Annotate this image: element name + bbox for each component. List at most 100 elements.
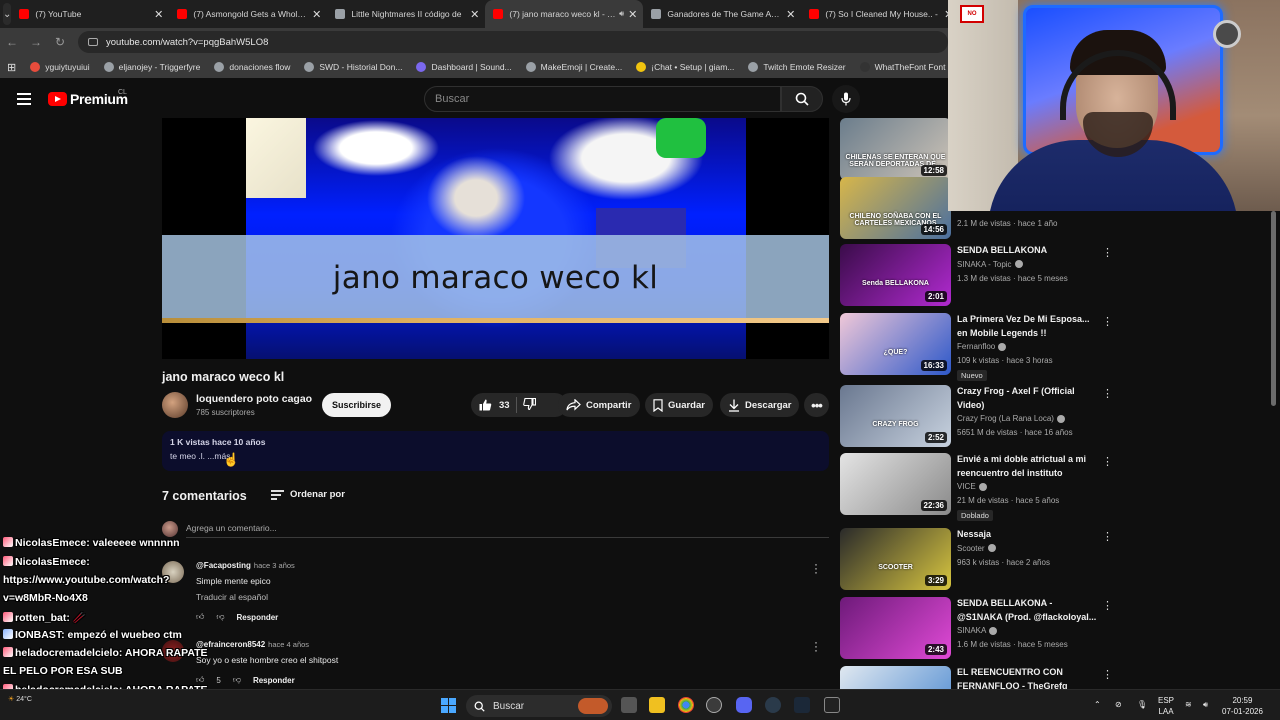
video-thumbnail[interactable]: CHILENO SOÑABA CON EL CARTELES MEXICANOS… bbox=[840, 177, 951, 239]
apps-icon[interactable]: ⊞ bbox=[0, 61, 23, 74]
address-bar[interactable]: youtube.com/watch?v=pqgBahW5LO8 bbox=[78, 31, 948, 53]
tray-overflow-icon[interactable]: ⌃ bbox=[1094, 699, 1101, 710]
more-vert-icon[interactable]: ⋮ bbox=[1102, 387, 1113, 400]
volume-icon[interactable]: 🔊︎ bbox=[1203, 699, 1208, 710]
video-thumbnail[interactable]: CRAZY FROG 2:52 bbox=[840, 385, 951, 447]
sort-icon[interactable] bbox=[271, 490, 284, 500]
video-thumbnail[interactable]: SCOOTER 3:29 bbox=[840, 528, 951, 590]
discord-icon[interactable] bbox=[736, 697, 752, 713]
bookmark-item[interactable]: Twitch Emote Resizer bbox=[741, 62, 852, 72]
browser-tab[interactable]: (7) So I Cleaned My House.. -✕ bbox=[801, 0, 959, 28]
weather-widget[interactable]: ☀ 24°C bbox=[8, 695, 32, 703]
recommended-channel[interactable]: SINAKA bbox=[957, 626, 998, 635]
dislike-button[interactable] bbox=[522, 397, 536, 413]
more-actions-button[interactable]: ••• bbox=[804, 393, 829, 417]
comment-menu-icon[interactable]: · · · bbox=[814, 558, 818, 578]
file-explorer-icon[interactable] bbox=[649, 697, 665, 713]
subscribe-button[interactable]: Suscribirse bbox=[322, 393, 391, 417]
more-vert-icon[interactable]: ⋮ bbox=[1102, 530, 1113, 543]
share-button[interactable]: Compartir bbox=[558, 393, 640, 417]
video-thumbnail[interactable]: CHILENAS SE ENTERAN QUE SERÁN DEPORTADAS… bbox=[840, 118, 951, 180]
recommended-channel[interactable]: VICE bbox=[957, 482, 987, 491]
recommended-video[interactable]: SCOOTER 3:29 Nessaja Scooter 963 k vistas · … bbox=[840, 528, 1113, 590]
language-indicator[interactable]: ESP LAA bbox=[1158, 695, 1174, 717]
taskbar-search[interactable]: Buscar bbox=[466, 695, 612, 717]
more-vert-icon[interactable]: ⋮ bbox=[1102, 246, 1113, 259]
recommended-title[interactable]: Envié a mi doble atrictual a mi reencuen… bbox=[957, 453, 1097, 480]
more-vert-icon[interactable]: ⋮ bbox=[1102, 315, 1113, 328]
recommended-title[interactable]: La Primera Vez De Mi Esposa... en Mobile… bbox=[957, 313, 1097, 340]
network-icon[interactable]: ⊘ bbox=[1115, 699, 1122, 710]
reload-icon[interactable]: ↻ bbox=[48, 35, 72, 49]
start-button-icon[interactable] bbox=[441, 698, 456, 713]
description-text[interactable]: te meo .l. ...más bbox=[170, 451, 230, 461]
bookmark-item[interactable]: donaciones flow bbox=[207, 62, 297, 72]
clock[interactable]: 20:59 07-01-2026 bbox=[1222, 695, 1263, 717]
download-button[interactable]: Descargar bbox=[720, 393, 799, 417]
speaker-icon[interactable]: 🔊︎ bbox=[619, 9, 624, 19]
obs-icon[interactable] bbox=[706, 697, 722, 713]
save-button[interactable]: Guardar bbox=[645, 393, 713, 417]
bookmark-item[interactable]: WhatTheFont Font I... bbox=[853, 62, 948, 72]
more-vert-icon[interactable]: ⋮ bbox=[1102, 455, 1113, 468]
microphone-tray-icon[interactable]: 🎙︎ bbox=[1137, 699, 1147, 710]
recommended-title[interactable]: SENDA BELLAKONA bbox=[957, 244, 1097, 258]
recommended-video[interactable]: ¿QUE? 16:33 La Primera Vez De Mi Esposa...… bbox=[840, 313, 1113, 381]
channel-name[interactable]: loquendero poto cagao bbox=[196, 393, 312, 405]
recommended-video[interactable]: 22:36 Envié a mi doble atrictual a mi ree… bbox=[840, 453, 1113, 521]
app-icon[interactable] bbox=[765, 697, 781, 713]
video-thumbnail[interactable]: 2:43 bbox=[840, 597, 951, 659]
bookmark-item[interactable]: yguiytuyuiui bbox=[23, 62, 96, 72]
wifi-icon[interactable]: ≋ bbox=[1185, 699, 1192, 710]
voice-search-button[interactable] bbox=[832, 85, 860, 113]
browser-tab[interactable]: (7) Asmongold Gets a Wholeso ✕ bbox=[169, 0, 327, 28]
more-vert-icon[interactable]: ⋮ bbox=[1102, 599, 1113, 612]
bookmark-item[interactable]: Dashboard | Sound... bbox=[409, 62, 518, 72]
steam-icon[interactable] bbox=[794, 697, 810, 713]
recommended-channel[interactable]: Fernanfloo bbox=[957, 342, 1007, 351]
menu-icon[interactable] bbox=[17, 93, 31, 105]
browser-tab[interactable]: Little Nightmares II código de ✕ bbox=[327, 0, 485, 28]
scrollbar[interactable] bbox=[1271, 211, 1276, 406]
recommended-title[interactable]: SENDA BELLAKONA - @S1NAKA (Prod. @flacko… bbox=[957, 597, 1097, 624]
video-thumbnail[interactable]: 22:36 bbox=[840, 453, 951, 515]
recommended-channel[interactable]: Crazy Frog (La Rana Loca) bbox=[957, 414, 1065, 423]
close-tab-icon[interactable]: ✕ bbox=[154, 8, 163, 21]
search-input[interactable]: Buscar bbox=[424, 86, 781, 112]
browser-tab[interactable]: (7) YouTube ✕ bbox=[11, 0, 169, 28]
recommended-video[interactable]: Senda BELLAKONA 2:01 SENDA BELLAKONA SINAKA… bbox=[840, 244, 1113, 306]
close-tab-icon[interactable]: ✕ bbox=[312, 8, 321, 21]
video-player[interactable]: jano maraco weco kl bbox=[162, 118, 829, 359]
bookmark-item[interactable]: ¡Chat • Setup | giam... bbox=[629, 62, 741, 72]
chrome-icon[interactable] bbox=[678, 697, 694, 713]
more-vert-icon[interactable]: ⋮ bbox=[1102, 668, 1113, 681]
recommended-video[interactable]: 2:43 SENDA BELLAKONA - @S1NAKA (Prod. @fl… bbox=[840, 597, 1113, 659]
channel-avatar[interactable] bbox=[162, 392, 188, 418]
forward-icon[interactable]: → bbox=[24, 35, 48, 49]
task-view-icon[interactable] bbox=[621, 697, 637, 713]
bookmark-item[interactable]: MakeEmoji | Create... bbox=[519, 62, 630, 72]
epic-games-icon[interactable] bbox=[824, 697, 840, 713]
recommended-title[interactable]: Nessaja bbox=[957, 528, 1097, 542]
comment-menu-icon[interactable]: · · · bbox=[814, 636, 818, 656]
tab-search-button[interactable]: ⌄ bbox=[3, 3, 12, 25]
recommended-title[interactable]: Crazy Frog - Axel F (Official Video) bbox=[957, 385, 1097, 412]
close-tab-icon[interactable]: ✕ bbox=[470, 8, 479, 21]
like-button[interactable]: 33 bbox=[471, 399, 510, 411]
sort-button[interactable]: Ordenar por bbox=[290, 489, 345, 500]
browser-tab[interactable]: (7) jano maraco weco kl - Yo 🔊︎ ✕ bbox=[485, 0, 644, 28]
bookmark-item[interactable]: SWD - Historial Don... bbox=[297, 62, 409, 72]
recommended-video[interactable]: CRAZY FROG 2:52 Crazy Frog - Axel F (Offic… bbox=[840, 385, 1113, 447]
video-thumbnail[interactable]: Senda BELLAKONA 2:01 bbox=[840, 244, 951, 306]
search-button[interactable] bbox=[781, 86, 823, 112]
bookmark-item[interactable]: eljanojey - Triggerfyre bbox=[97, 62, 208, 72]
back-icon[interactable]: ← bbox=[0, 35, 24, 49]
browser-tab[interactable]: Ganadores de The Game Award ✕ bbox=[643, 0, 801, 28]
recommended-channel[interactable]: Scooter bbox=[957, 544, 996, 553]
close-tab-icon[interactable]: ✕ bbox=[628, 8, 637, 21]
video-thumbnail[interactable]: ¿QUE? 16:33 bbox=[840, 313, 951, 375]
close-tab-icon[interactable]: ✕ bbox=[786, 8, 795, 21]
recommended-channel[interactable]: SINAKA - Topic bbox=[957, 260, 1023, 269]
site-info-icon[interactable] bbox=[88, 38, 98, 46]
youtube-logo-icon[interactable] bbox=[48, 92, 67, 106]
